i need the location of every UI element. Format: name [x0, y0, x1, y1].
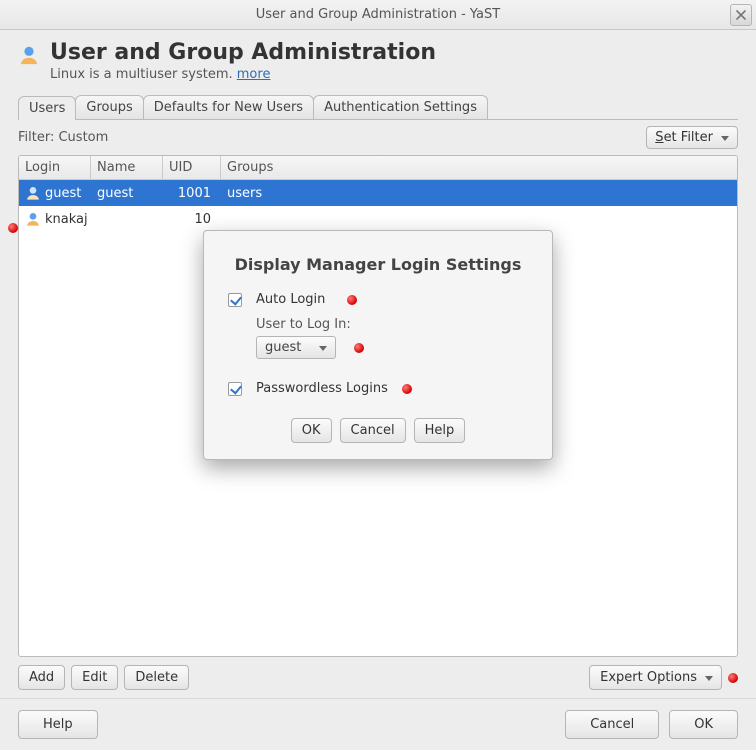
window-close-button[interactable] [730, 4, 752, 26]
cell-name: guest [91, 186, 163, 201]
col-header-groups[interactable]: Groups [221, 156, 737, 179]
set-filter-button[interactable]: Set Filter [646, 126, 738, 149]
page-subtitle: Linux is a multiuser system. more [50, 67, 436, 82]
help-button[interactable]: Help [18, 710, 98, 739]
tab-users[interactable]: Users [18, 96, 76, 120]
table-row[interactable]: knakaj 10 [19, 206, 737, 232]
ok-button[interactable]: OK [669, 710, 738, 739]
col-header-login[interactable]: Login [19, 156, 91, 179]
user-row-icon [25, 185, 41, 201]
dialog-cancel-button[interactable]: Cancel [340, 418, 406, 443]
col-header-name[interactable]: Name [91, 156, 163, 179]
cancel-button[interactable]: Cancel [565, 710, 659, 739]
add-button[interactable]: Add [18, 665, 65, 690]
edit-button[interactable]: Edit [71, 665, 118, 690]
window-title: User and Group Administration - YaST [256, 7, 500, 22]
tab-auth-settings[interactable]: Authentication Settings [313, 95, 488, 119]
col-header-uid[interactable]: UID [163, 156, 221, 179]
cell-login: guest [45, 186, 81, 201]
annotation-marker [728, 673, 738, 683]
dialog-ok-button[interactable]: OK [291, 418, 332, 443]
annotation-marker [354, 343, 364, 353]
table-row[interactable]: guest guest 1001 users [19, 180, 737, 206]
passwordless-label: Passwordless Logins [256, 381, 388, 396]
auto-login-label: Auto Login [256, 292, 325, 307]
cell-uid: 10 [163, 212, 221, 227]
user-row-icon [25, 211, 41, 227]
tab-groups[interactable]: Groups [75, 95, 143, 119]
auto-login-checkbox[interactable] [228, 293, 242, 307]
close-icon [736, 10, 746, 20]
expert-options-button[interactable]: Expert Options [589, 665, 722, 690]
login-settings-dialog: Display Manager Login Settings Auto Logi… [203, 230, 553, 460]
more-link[interactable]: more [237, 67, 271, 82]
user-to-login-select[interactable]: guest [256, 336, 336, 359]
cell-groups: users [221, 186, 737, 201]
page-title: User and Group Administration [50, 40, 436, 65]
dialog-title: Display Manager Login Settings [228, 255, 528, 274]
annotation-marker [402, 384, 412, 394]
module-user-icon [18, 44, 40, 66]
window-titlebar: User and Group Administration - YaST [0, 0, 756, 30]
cell-login: knakaj [45, 212, 88, 227]
annotation-marker [8, 223, 18, 233]
delete-button[interactable]: Delete [124, 665, 189, 690]
dialog-help-button[interactable]: Help [414, 418, 466, 443]
user-to-login-label: User to Log In: [256, 317, 528, 332]
cell-uid: 1001 [163, 186, 221, 201]
filter-label: Filter: Custom [18, 130, 108, 145]
passwordless-checkbox[interactable] [228, 382, 242, 396]
tab-defaults[interactable]: Defaults for New Users [143, 95, 314, 119]
annotation-marker [347, 295, 357, 305]
tabbar: Users Groups Defaults for New Users Auth… [18, 92, 738, 120]
